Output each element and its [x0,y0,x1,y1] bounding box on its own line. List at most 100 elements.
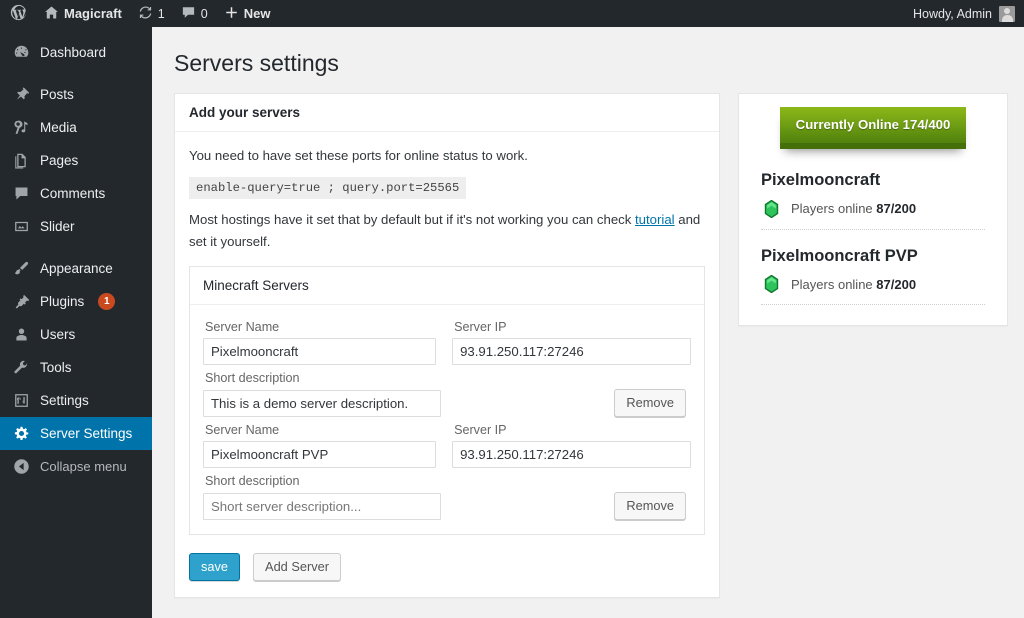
howdy-label: Howdy, Admin [913,6,992,21]
image-icon [11,217,31,237]
tutorial-link[interactable]: tutorial [635,212,675,227]
wordpress-logo-button[interactable] [0,0,36,27]
main-content: Servers settings Add your servers You ne… [152,27,1024,618]
sidebar-item-media[interactable]: Media [0,111,152,144]
sidebar-item-label: Plugins [40,293,85,309]
sidebar-item-server-settings[interactable]: Server Settings [0,417,152,450]
widget-players-label: Players online [791,201,877,217]
wordpress-logo-icon [10,4,27,24]
new-content-label: New [243,6,271,21]
comments-menu[interactable]: 0 [173,0,216,27]
server-name-ip-row: Server Name Server IP [203,417,691,469]
sidebar-item-label: Settings [40,392,89,408]
updates-icon [138,5,153,23]
account-menu[interactable]: Howdy, Admin [913,5,1024,22]
sidebar-item-slider[interactable]: Slider [0,210,152,243]
dashboard-icon [11,43,31,63]
sidebar-item-label: Dashboard [40,44,107,60]
server-description-row: Remove [203,389,691,418]
server-name-label: Server Name [205,320,280,335]
panel-heading: Add your servers [175,94,719,132]
media-icon [11,118,31,138]
server-description-input[interactable] [203,493,441,521]
server-ip-field-group: Server IP [452,417,691,469]
query-config-code: enable-query=true ; query.port=25565 [189,177,467,200]
sidebar-item-tools[interactable]: Tools [0,351,152,384]
plug-icon [11,292,31,312]
server-name-input[interactable] [203,338,437,366]
server-description-label: Short description [205,474,300,489]
server-ip-label: Server IP [454,320,507,335]
sidebar-item-settings[interactable]: Settings [0,384,152,417]
widget-players-value: 87/200 [876,276,917,292]
content-columns: Add your servers You need to have set th… [152,92,1024,599]
currently-online-banner: Currently Online 174/400 [779,106,967,149]
sidebar-item-users[interactable]: Users [0,318,152,351]
widget-server-status-row: Players online 87/200 [761,199,985,230]
user-icon [11,325,31,345]
plus-icon [224,5,239,23]
note-text: Most hostings have it set that by defaul… [189,209,705,252]
widget-players-text: Players online 87/200 [791,277,916,292]
add-server-button[interactable]: Add Server [253,553,342,582]
server-name-field-group: Server Name [203,314,437,366]
sidebar-item-posts[interactable]: Posts [0,78,152,111]
server-description-input[interactable] [203,390,441,418]
server-description-wrap [203,390,441,418]
server-description-field-group: Short description [203,365,441,389]
collapse-arrow-icon [11,457,31,477]
widget-server-entry: Pixelmooncraft Players online 87/200 [761,165,985,230]
widget-players-label: Players online [791,276,877,292]
sidebar-item-label: Users [40,326,76,342]
minecraft-servers-heading: Minecraft Servers [190,267,704,306]
plugins-update-badge: 1 [98,293,116,310]
server-ip-field-group: Server IP [452,314,691,366]
settings-sliders-icon [11,391,31,411]
server-ip-input[interactable] [452,338,691,366]
minecraft-servers-box: Minecraft Servers Server Name Server IP [189,266,705,536]
sidebar-item-plugins[interactable]: Plugins 1 [0,285,152,318]
widget-server-entry: Pixelmooncraft PVP Players online 87/200 [761,241,985,306]
save-button[interactable]: save [189,553,241,582]
updates-menu[interactable]: 1 [130,0,173,27]
add-servers-panel: Add your servers You need to have set th… [174,92,720,599]
server-name-input[interactable] [203,441,437,469]
remove-server-button[interactable]: Remove [614,492,686,521]
user-avatar-icon [999,5,1015,22]
sidebar-item-appearance[interactable]: Appearance [0,252,152,285]
server-description-field-group: Short description [203,468,441,492]
server-ip-input[interactable] [452,441,691,469]
panel-body: You need to have set these ports for onl… [175,132,719,597]
server-description-row: Remove [203,492,691,521]
sidebar-item-collapse-menu[interactable]: Collapse menu [0,450,152,483]
server-name-field-group: Server Name [203,417,437,469]
sidebar-item-comments[interactable]: Comments [0,177,152,210]
sidebar-item-label: Collapse menu [40,459,127,474]
site-name-menu[interactable]: Magicraft [36,0,130,27]
sidebar-item-label: Posts [40,86,74,102]
minecraft-servers-body: Server Name Server IP Short description [190,305,704,534]
pin-icon [11,85,31,105]
remove-server-button[interactable]: Remove [614,389,686,418]
paintbrush-icon [11,259,31,279]
widget-players-text: Players online 87/200 [791,201,916,216]
sidebar-item-label: Slider [40,218,75,234]
sidebar-item-dashboard[interactable]: Dashboard [0,36,152,69]
server-entry: Server Name Server IP Short description [203,417,691,521]
site-name-label: Magicraft [64,6,122,21]
server-description-wrap [203,493,441,521]
sidebar-item-label: Server Settings [40,425,133,441]
page-title: Servers settings [174,50,339,76]
server-entry: Server Name Server IP Short description [203,314,691,418]
comment-bubble-icon [11,184,31,204]
new-content-menu[interactable]: New [216,0,279,27]
widget-server-status-row: Players online 87/200 [761,275,985,306]
admin-bar: Magicraft 1 0 New Howdy, Admin [0,0,1024,27]
sidebar-item-pages[interactable]: Pages [0,144,152,177]
sidebar-item-label: Pages [40,152,79,168]
online-status-widget: Currently Online 174/400 Pixelmooncraft … [738,92,1008,327]
note-text-before: Most hostings have it set that by defaul… [189,212,635,228]
form-actions: save Add Server [189,553,705,582]
sidebar-item-label: Appearance [40,260,113,276]
